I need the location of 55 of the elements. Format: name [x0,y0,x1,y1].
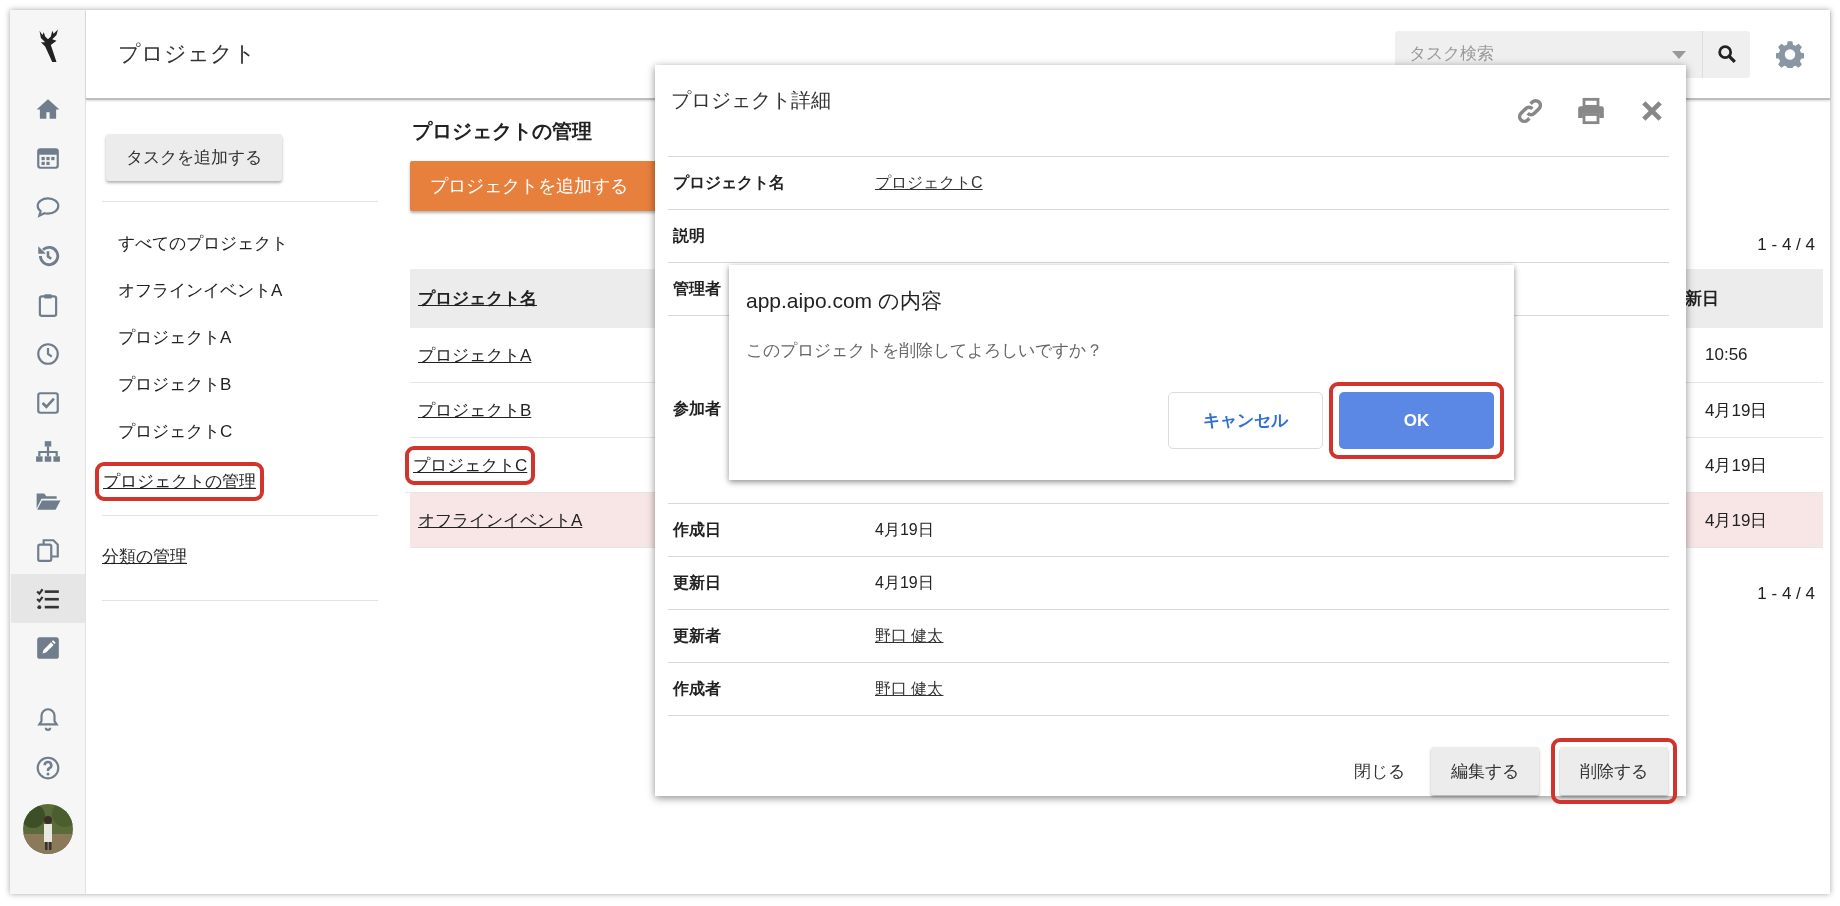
project-link[interactable]: プロジェクトC [413,453,528,477]
help-icon [34,754,61,781]
settings-button[interactable] [1776,40,1804,68]
project-list-item[interactable]: プロジェクトA [102,314,232,361]
print-button[interactable] [1577,96,1605,125]
project-list-item[interactable]: すべてのプロジェクト [102,220,288,267]
project-link[interactable]: プロジェクトA [418,343,532,367]
field-link[interactable]: 野口 健太 [875,678,944,700]
dialog-title: app.aipo.com の内容 [746,288,943,314]
org-chart-icon [34,438,61,465]
edit-button[interactable]: 編集する [1431,747,1539,795]
field-label: プロジェクト名 [672,172,785,193]
bell-icon [34,705,61,732]
field-value: 4月19日 [875,572,934,593]
table-cell: 4月19日 [1683,493,1823,548]
field-label: 説明 [672,225,705,246]
project-list-item[interactable]: オフラインイベントA [102,267,283,314]
field-label: 更新日 [672,572,721,593]
field-label: 管理者 [672,278,721,299]
dialog-message: このプロジェクトを削除してよろしいですか？ [746,340,1104,362]
pagination-count: 1 - 4 / 4 [1757,235,1815,254]
caret-icon [1672,50,1686,59]
field-label: 作成日 [671,519,721,540]
field-label: 参加者 [672,399,721,419]
link-icon [1516,96,1544,125]
project-list-item[interactable]: プロジェクトC [102,408,233,455]
nav-item[interactable] [10,574,85,623]
field-value: 4月19日 [875,519,934,540]
field-label: 更新者 [672,625,721,646]
section-heading: プロジェクトの管理 [412,119,593,144]
clock-icon [34,340,61,367]
sidebar-link[interactable]: 分類の管理 [102,544,187,568]
settings-icon [1776,40,1804,68]
project-link[interactable]: オフラインイベントA [418,508,583,532]
add-task-button[interactable]: タスクを追加する [106,134,282,181]
link-button[interactable] [1516,96,1544,125]
column-header[interactable]: 新日 [1683,269,1823,328]
close-button[interactable]: 閉じる [1340,747,1419,795]
search-icon [1715,43,1738,65]
checkbox-icon [34,389,61,416]
print-icon [1577,96,1605,125]
delete-button[interactable]: 削除する [1560,747,1668,795]
project-list-item[interactable]: プロジェクトB [102,361,232,408]
field-link[interactable]: プロジェクトC [875,172,983,194]
search-button[interactable] [1702,30,1750,78]
field-label: 作成者 [671,678,721,699]
sidebar-link[interactable]: プロジェクトの管理 [103,469,256,493]
cancel-button[interactable]: キャンセル [1168,392,1323,449]
page-title: プロジェクト [118,40,257,68]
pencil-icon [34,634,61,661]
project-link[interactable]: プロジェクトB [418,398,532,422]
copy-icon [34,536,61,563]
pagination-count: 1 - 4 / 4 [1757,584,1815,603]
field-link[interactable]: 野口 健太 [875,625,944,647]
dialog-title: プロジェクト詳細 [670,88,832,113]
